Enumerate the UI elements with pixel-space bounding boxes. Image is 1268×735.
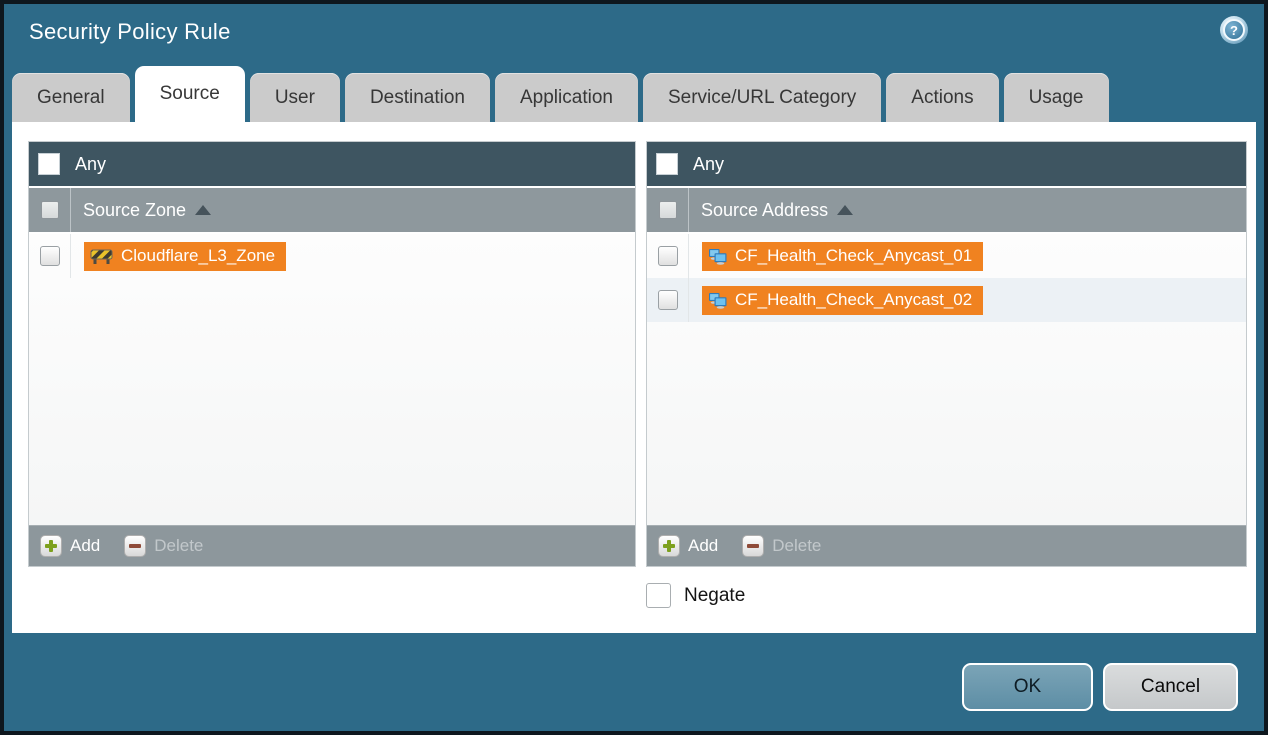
address-entry-label: CF_Health_Check_Anycast_01 — [735, 246, 972, 266]
tab-application[interactable]: Application — [495, 73, 638, 122]
source-zone-row-checkbox[interactable] — [40, 246, 60, 266]
source-address-footer: Add Delete — [647, 525, 1246, 566]
source-zone-select-all-checkbox[interactable] — [41, 201, 59, 219]
minus-icon — [124, 535, 146, 557]
source-address-any-checkbox[interactable] — [656, 153, 678, 175]
table-row: Cloudflare_L3_Zone — [29, 234, 635, 278]
add-label: Add — [688, 536, 718, 556]
tab-destination[interactable]: Destination — [345, 73, 490, 122]
delete-address-button[interactable]: Delete — [742, 535, 821, 557]
delete-zone-button[interactable]: Delete — [124, 535, 203, 557]
negate-label: Negate — [684, 585, 745, 607]
ok-button[interactable]: OK — [962, 663, 1093, 711]
source-address-panel: Any Source Address CF_He — [646, 141, 1247, 567]
source-address-any-label: Any — [693, 154, 724, 175]
sort-ascending-icon — [837, 205, 853, 215]
source-address-row-checkbox[interactable] — [658, 290, 678, 310]
minus-icon — [742, 535, 764, 557]
help-icon[interactable]: ? — [1220, 16, 1248, 44]
delete-label: Delete — [772, 536, 821, 556]
add-zone-button[interactable]: Add — [40, 535, 100, 557]
address-entry-label: CF_Health_Check_Anycast_02 — [735, 290, 972, 310]
address-entry-chip[interactable]: CF_Health_Check_Anycast_01 — [702, 242, 983, 271]
tab-service-url-category[interactable]: Service/URL Category — [643, 73, 881, 122]
source-zone-any-checkbox[interactable] — [38, 153, 60, 175]
tab-actions[interactable]: Actions — [886, 73, 998, 122]
table-row: CF_Health_Check_Anycast_01 — [647, 234, 1246, 278]
source-address-row-checkbox[interactable] — [658, 246, 678, 266]
add-address-button[interactable]: Add — [658, 535, 718, 557]
address-icon — [708, 292, 727, 309]
tab-user[interactable]: User — [250, 73, 340, 122]
add-label: Add — [70, 536, 100, 556]
source-zone-list: Cloudflare_L3_Zone — [29, 234, 635, 525]
tab-usage[interactable]: Usage — [1004, 73, 1109, 122]
source-address-select-all-checkbox[interactable] — [659, 201, 677, 219]
tab-source[interactable]: Source — [135, 66, 245, 122]
address-icon — [708, 248, 727, 265]
cancel-button[interactable]: Cancel — [1103, 663, 1238, 711]
zone-icon — [90, 248, 113, 265]
security-policy-rule-dialog: Security Policy Rule ? General Source Us… — [0, 0, 1268, 735]
plus-icon — [658, 535, 680, 557]
source-zone-column-label: Source Zone — [83, 200, 186, 221]
dialog-title: Security Policy Rule — [29, 19, 231, 45]
table-row: CF_Health_Check_Anycast_02 — [647, 278, 1246, 322]
source-zone-column-title[interactable]: Source Zone — [83, 200, 211, 221]
source-tab-content: Any Source Zone — [12, 122, 1256, 633]
tab-general[interactable]: General — [12, 73, 130, 122]
source-address-column-title[interactable]: Source Address — [701, 200, 853, 221]
tab-bar: General Source User Destination Applicat… — [12, 66, 1256, 122]
source-zone-panel: Any Source Zone — [28, 141, 636, 567]
plus-icon — [40, 535, 62, 557]
source-zone-column-header: Source Zone — [29, 188, 635, 234]
source-zone-any-label: Any — [75, 154, 106, 175]
question-mark-glyph: ? — [1223, 19, 1245, 41]
negate-checkbox[interactable] — [646, 583, 671, 608]
source-zone-footer: Add Delete — [29, 525, 635, 566]
delete-label: Delete — [154, 536, 203, 556]
zone-entry-chip[interactable]: Cloudflare_L3_Zone — [84, 242, 286, 271]
address-entry-chip[interactable]: CF_Health_Check_Anycast_02 — [702, 286, 983, 315]
source-zone-any-row: Any — [29, 142, 635, 188]
source-address-any-row: Any — [647, 142, 1246, 188]
negate-option: Negate — [646, 583, 745, 608]
source-address-list: CF_Health_Check_Anycast_01 CF_Health_Che… — [647, 234, 1246, 525]
sort-ascending-icon — [195, 205, 211, 215]
source-address-column-header: Source Address — [647, 188, 1246, 234]
source-address-column-label: Source Address — [701, 200, 828, 221]
zone-entry-label: Cloudflare_L3_Zone — [121, 246, 275, 266]
